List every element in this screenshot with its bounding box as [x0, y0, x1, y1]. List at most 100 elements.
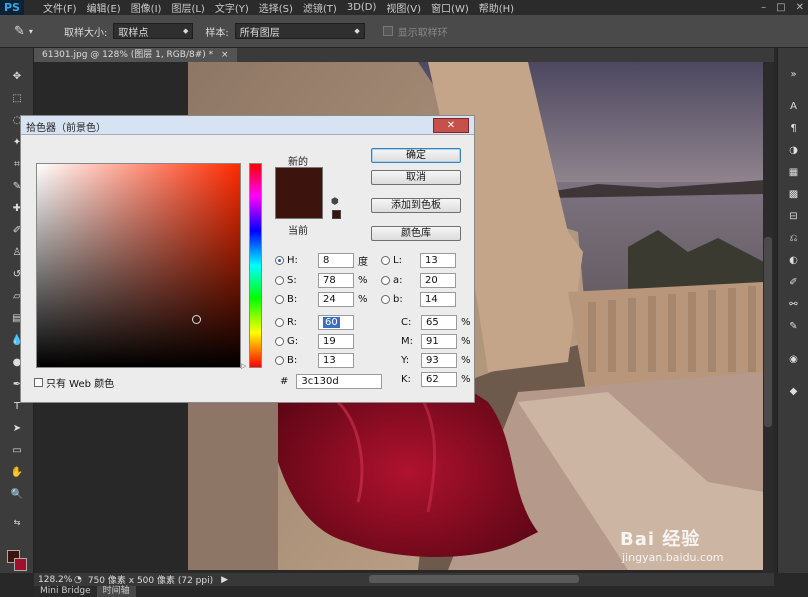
close-tab-icon[interactable]: ×	[221, 50, 229, 60]
horizontal-scrollbar-thumb[interactable]	[369, 575, 579, 583]
tab-timeline[interactable]: 时间轴	[96, 586, 136, 597]
navigator-panel-icon[interactable]: ⊟	[786, 210, 801, 223]
menu-help[interactable]: 帮助(H)	[474, 0, 519, 15]
sample-size-label: 取样大小:	[64, 27, 108, 39]
lab-l-radio[interactable]	[381, 256, 390, 265]
color-panel-icon[interactable]: ◑	[786, 144, 801, 157]
menu-view[interactable]: 视图(V)	[381, 0, 426, 15]
brightness-input[interactable]: 24	[318, 292, 354, 307]
lab-a-radio[interactable]	[381, 276, 390, 285]
shape-tool-icon[interactable]: ▭	[9, 444, 25, 458]
yellow-input[interactable]: 93	[421, 353, 457, 368]
red-input[interactable]: 60	[318, 315, 354, 330]
lab-l-input[interactable]: 13	[420, 253, 456, 268]
green-input[interactable]: 19	[318, 334, 354, 349]
lab-a-label: a:	[393, 275, 403, 286]
hue-radio[interactable]	[275, 256, 284, 265]
color-libraries-button[interactable]: 颜色库	[371, 226, 461, 241]
paths-panel-icon[interactable]: ⚯	[786, 298, 801, 311]
hand-tool-icon[interactable]: ✋	[9, 466, 25, 480]
brightness-radio[interactable]	[275, 295, 284, 304]
document-tab[interactable]: 61301.jpg @ 128% (图层 1, RGB/8#) * ×	[34, 48, 237, 62]
vertical-scrollbar[interactable]	[763, 62, 773, 573]
menu-layer[interactable]: 图层(L)	[166, 0, 209, 15]
styles-panel-icon[interactable]: ▩	[786, 188, 801, 201]
hue-input[interactable]: 8	[318, 253, 354, 268]
swap-colors-icon[interactable]: ⇆	[9, 516, 25, 530]
show-ring-label: 显示取样环	[397, 27, 448, 39]
sample-size-select[interactable]: 取样点 ◆	[113, 23, 194, 39]
path-select-tool-icon[interactable]: ➤	[9, 422, 25, 436]
close-window-button[interactable]: ✕	[796, 2, 804, 13]
show-ring-checkbox[interactable]	[382, 26, 393, 36]
chevron-down-icon: ▾	[28, 26, 33, 36]
green-radio[interactable]	[275, 337, 284, 346]
adjustments-panel-icon[interactable]: ◐	[786, 254, 801, 267]
green-label: G:	[287, 336, 299, 347]
properties-panel-icon[interactable]: ◉	[786, 353, 801, 366]
menu-file[interactable]: 文件(F)	[38, 0, 82, 15]
minimize-button[interactable]: –	[761, 2, 766, 13]
web-only-checkbox[interactable]	[34, 378, 43, 387]
lab-a-input[interactable]: 20	[420, 273, 456, 288]
hue-slider-arrow-icon[interactable]: ▷	[241, 362, 246, 370]
layers-panel-icon[interactable]: ◆	[786, 385, 801, 398]
menu-filter[interactable]: 滤镜(T)	[298, 0, 342, 15]
lab-b-label: b:	[393, 294, 403, 305]
field-row-black: K: 62 %	[401, 372, 471, 387]
lab-b-input[interactable]: 14	[420, 292, 456, 307]
web-safe-cube-icon[interactable]: ⬢	[331, 197, 339, 207]
ok-button[interactable]: 确定	[371, 148, 461, 163]
paragraph-panel-icon[interactable]: ¶	[786, 122, 801, 135]
dialog-close-button[interactable]: ✕	[433, 118, 469, 133]
marquee-tool-icon[interactable]: ⬚	[9, 92, 25, 106]
web-safe-color-chip[interactable]	[332, 210, 341, 219]
menu-type[interactable]: 文字(Y)	[210, 0, 254, 15]
vertical-scrollbar-thumb[interactable]	[764, 237, 772, 427]
menu-3d[interactable]: 3D(D)	[342, 2, 382, 13]
panel-collapse-icon[interactable]: »	[786, 68, 801, 81]
character-panel-icon[interactable]: A	[786, 100, 801, 113]
hex-input[interactable]: 3c130d	[296, 374, 383, 389]
cyan-input[interactable]: 65	[421, 315, 457, 330]
zoom-tool-icon[interactable]: 🔍	[9, 488, 25, 502]
brightness-label: B:	[287, 294, 298, 305]
dialog-title-bar[interactable]: 拾色器（前景色） ✕	[21, 116, 474, 135]
field-row-saturation: S: 78 %	[275, 273, 368, 288]
saturation-input[interactable]: 78	[318, 273, 354, 288]
saturation-radio[interactable]	[275, 276, 284, 285]
notes-panel-icon[interactable]: ✎	[786, 320, 801, 333]
move-tool-icon[interactable]: ✥	[9, 70, 25, 84]
menu-window[interactable]: 窗口(W)	[426, 0, 474, 15]
background-color-swatch[interactable]	[14, 558, 27, 571]
black-input[interactable]: 62	[421, 372, 457, 387]
eyedropper-preset-picker[interactable]: ✎ ▾	[14, 19, 58, 43]
menu-select[interactable]: 选择(S)	[254, 0, 298, 15]
menu-edit[interactable]: 编辑(E)	[82, 0, 126, 15]
hue-slider[interactable]	[249, 163, 262, 368]
menu-image[interactable]: 图像(I)	[126, 0, 167, 15]
history-panel-icon[interactable]: ⎌	[786, 232, 801, 245]
status-info-icon[interactable]: ◔	[74, 575, 82, 585]
field-row-brightness: B: 24 %	[275, 292, 368, 307]
color-picker-marker[interactable]	[192, 315, 201, 324]
brush-panel-icon[interactable]: ✐	[786, 276, 801, 289]
lab-b-radio[interactable]	[381, 295, 390, 304]
sample-select[interactable]: 所有图层 ◆	[234, 23, 365, 39]
cancel-button[interactable]: 取消	[371, 170, 461, 185]
magenta-input[interactable]: 91	[421, 334, 457, 349]
blue-radio[interactable]	[275, 356, 284, 365]
blue-input[interactable]: 13	[318, 353, 354, 368]
saturation-brightness-field[interactable]	[36, 163, 241, 368]
sample-size-value: 取样点	[118, 27, 149, 39]
tab-mini-bridge[interactable]: Mini Bridge	[34, 586, 97, 597]
status-menu-arrow-icon[interactable]: ▶	[221, 575, 228, 585]
swatches-panel-icon[interactable]: ▦	[786, 166, 801, 179]
hex-label: #	[280, 376, 289, 387]
yellow-label: Y:	[401, 355, 410, 366]
add-to-swatches-button[interactable]: 添加到色板	[371, 198, 461, 213]
hue-unit: 度	[358, 257, 368, 268]
maximize-button[interactable]: □	[776, 2, 785, 13]
red-radio[interactable]	[275, 318, 284, 327]
zoom-level[interactable]: 128.2%	[34, 575, 74, 585]
